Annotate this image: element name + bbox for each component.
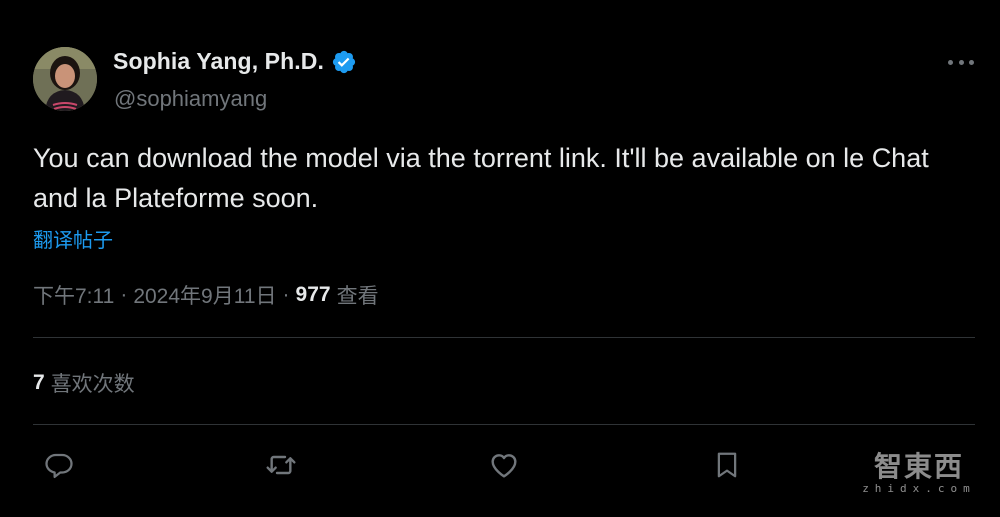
meta-separator: · xyxy=(282,283,290,306)
tweet-text: You can download the model via the torre… xyxy=(33,143,929,213)
likes-count: 7 xyxy=(33,371,45,394)
author-name-row: Sophia Yang, Ph.D. xyxy=(113,48,357,75)
likes-label: 喜欢次数 xyxy=(50,373,135,396)
divider xyxy=(33,424,975,425)
avatar[interactable] xyxy=(33,47,97,111)
more-options-icon[interactable] xyxy=(948,52,974,72)
more-dot xyxy=(948,59,953,65)
likes-stat[interactable]: 7 喜欢次数 xyxy=(33,368,135,398)
divider xyxy=(33,337,975,338)
tweet-time[interactable]: 下午7:11 xyxy=(33,280,114,310)
bookmark-button[interactable] xyxy=(710,448,744,482)
tweet-date[interactable]: 2024年9月11日 xyxy=(133,280,276,310)
watermark-sub: zhidx.com xyxy=(862,482,976,495)
translate-post-link[interactable]: 翻译帖子 xyxy=(33,224,113,253)
views-label: 查看 xyxy=(336,285,379,308)
watermark-main: 智東西 xyxy=(873,450,964,483)
views-count: 977 xyxy=(295,283,331,306)
heart-icon xyxy=(491,454,517,478)
watermark-logo: 智東西 zhidx.com xyxy=(860,452,978,500)
more-dot xyxy=(958,59,964,65)
avatar-image xyxy=(33,47,97,111)
bookmark-icon xyxy=(717,452,737,478)
retweet-button[interactable] xyxy=(264,448,298,482)
tweet-card: Sophia Yang, Ph.D. @sophiamyang You can … xyxy=(0,0,1000,517)
author-display-name[interactable]: Sophia Yang, Ph.D. xyxy=(113,48,324,75)
author-handle[interactable]: @sophiamyang xyxy=(114,86,267,112)
reply-button[interactable] xyxy=(42,448,76,482)
like-button[interactable] xyxy=(487,448,521,482)
reply-icon xyxy=(45,453,73,478)
verified-badge-icon[interactable] xyxy=(331,49,357,75)
retweet-icon xyxy=(266,455,296,475)
more-dot xyxy=(969,59,974,65)
tweet-meta: 下午7:11 · 2024年9月11日 · 977 查看 xyxy=(33,280,379,310)
meta-separator: · xyxy=(120,283,128,306)
